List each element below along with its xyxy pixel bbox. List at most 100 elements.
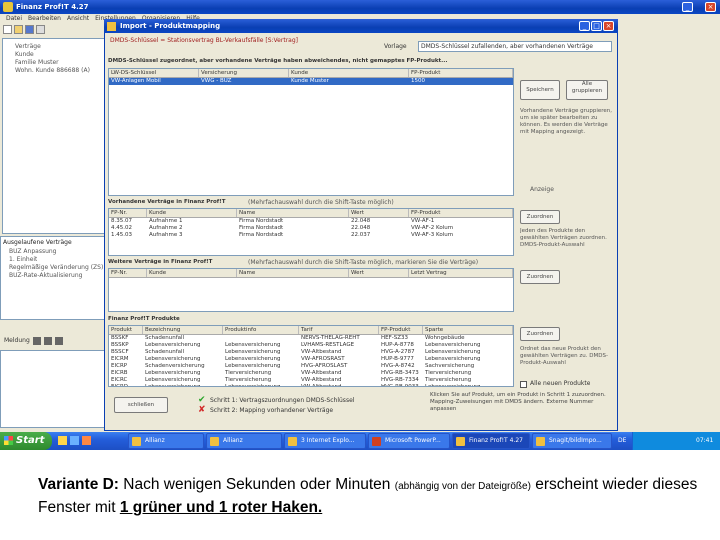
- table-cell: HUP-A-8778: [381, 342, 414, 348]
- vorlage-select[interactable]: DMDS-Schlüssel zufallenden, aber vorhand…: [418, 41, 612, 52]
- table-cell: Lebensversicherung: [425, 349, 481, 355]
- toolbar-open-icon[interactable]: [14, 25, 23, 34]
- table-cell: EICRB: [111, 370, 128, 376]
- column-header[interactable]: Tarif: [299, 326, 379, 334]
- table-row[interactable]: BSSKP Lebensversicherung Lebensversicherun…: [109, 342, 513, 349]
- table-row[interactable]: VW-Anlagen Mobil VWG - BUZ Kunde Muster …: [109, 78, 513, 85]
- menu-item-bearbeiten[interactable]: Bearbeiten: [28, 14, 61, 24]
- menu-item-ansicht[interactable]: Ansicht: [67, 14, 89, 24]
- table-cell: Lebensversicherung: [225, 384, 281, 387]
- table-cell: HUP-B-9777: [381, 356, 414, 362]
- column-header[interactable]: LW-DS-Schlüssel: [109, 69, 199, 77]
- lower-tree-item[interactable]: Regelmäßige Veränderung (ZS): [9, 264, 103, 272]
- taskbar-button[interactable]: Allianz: [206, 433, 282, 449]
- lower-tree-title[interactable]: Ausgelaufene Verträge: [3, 239, 72, 247]
- dialog-icon: [107, 22, 116, 31]
- task-label: Allianz: [145, 437, 165, 444]
- column-header[interactable]: Sparte: [423, 326, 513, 334]
- taskbar-button-active[interactable]: Finanz Prof!T 4.27: [452, 433, 530, 449]
- column-header[interactable]: Name: [237, 209, 349, 217]
- taskbar-button[interactable]: Snagit/bildImpo...: [532, 433, 612, 449]
- table-row[interactable]: 8.35.07 Aufnahme 1 Firma Nordstadt 22.04…: [109, 218, 513, 225]
- column-header[interactable]: FP-Produkt: [409, 209, 513, 217]
- table-row[interactable]: EICRC Lebensversicherung Tierversicherung V…: [109, 377, 513, 384]
- column-header[interactable]: Kunde: [289, 69, 409, 77]
- toolbar-save-icon[interactable]: [25, 25, 34, 34]
- language-indicator[interactable]: DE: [618, 437, 626, 445]
- toolbar-new-icon[interactable]: [3, 25, 12, 34]
- column-header[interactable]: FP-Nr.: [109, 269, 147, 277]
- column-header[interactable]: Kunde: [147, 269, 237, 277]
- table-cell: Firma Nordstadt: [239, 218, 284, 224]
- table-row[interactable]: BSSKF Schadenunfall NERVS-THELAG-REHT HEF-S…: [109, 335, 513, 342]
- table-cell: VWG - BUZ: [201, 78, 232, 84]
- alle-gruppieren-button[interactable]: Alle gruppieren: [566, 80, 608, 100]
- table-row[interactable]: EICRD Lebensversicherung Lebensversicherun…: [109, 384, 513, 387]
- table-cell: Wohngebäude: [425, 335, 465, 341]
- column-header[interactable]: Wert: [349, 269, 409, 277]
- existing-contracts-table[interactable]: FP-Nr. Kunde Name Wert FP-Produkt 8.35.0…: [108, 208, 514, 256]
- speichern-button[interactable]: Speichern: [520, 80, 560, 100]
- tree-item-vertraege[interactable]: Verträge: [15, 43, 41, 51]
- quicklaunch: [58, 436, 104, 446]
- taskbar-button[interactable]: 3 Internet Explo...: [284, 433, 366, 449]
- table-row[interactable]: 4.45.02 Aufnahme 2 Firma Nordstadt 22.04…: [109, 225, 513, 232]
- dialog-minimize-button[interactable]: _: [579, 21, 590, 31]
- tree-item-familie[interactable]: Familie Muster: [15, 59, 59, 67]
- zuordnen-button-4[interactable]: Zuordnen: [520, 327, 560, 341]
- dialog-top-text: DMDS-Schlüssel = Stationsvertrag BL-Verk…: [110, 37, 298, 44]
- lower-tree-item[interactable]: BUZ Anpassung: [9, 248, 56, 256]
- clock: 07:41: [696, 437, 714, 444]
- column-header[interactable]: Name: [237, 269, 349, 277]
- dialog-title: Import - Produktmapping: [120, 22, 221, 30]
- dialog-maximize-button[interactable]: □: [591, 21, 602, 31]
- lower-toolbar-icon[interactable]: [32, 337, 41, 345]
- lower-tree-item[interactable]: 1. Einheit: [9, 256, 37, 264]
- unmapped-contracts-table[interactable]: LW-DS-Schlüssel Versicherung Kunde FP-Pr…: [108, 68, 514, 196]
- table-header: FP-Nr. Kunde Name Wert Letzt Vertrag: [109, 269, 513, 278]
- table-row[interactable]: EICRB Lebensversicherung Tierversicherung V…: [109, 370, 513, 377]
- lower-list: [0, 350, 106, 428]
- quicklaunch-icon[interactable]: [58, 436, 67, 445]
- column-header[interactable]: Produkt: [109, 326, 143, 334]
- table-cell: 22.048: [351, 225, 371, 231]
- products-table[interactable]: Produkt Bezeichnung Produktinfo Tarif FP…: [108, 325, 514, 387]
- column-header[interactable]: Produktinfo: [223, 326, 299, 334]
- dialog-close-button[interactable]: ×: [603, 21, 614, 31]
- column-header[interactable]: FP-Produkt: [379, 326, 423, 334]
- column-header[interactable]: Versicherung: [199, 69, 289, 77]
- other-contracts-table[interactable]: FP-Nr. Kunde Name Wert Letzt Vertrag: [108, 268, 514, 312]
- taskbar-button[interactable]: Microsoft PowerP...: [368, 433, 450, 449]
- taskbar-button[interactable]: Allianz: [128, 433, 204, 449]
- column-header[interactable]: Letzt Vertrag: [409, 269, 513, 277]
- table-row[interactable]: EICRM Lebensversicherung Lebensversicherun…: [109, 356, 513, 363]
- column-header[interactable]: FP-Produkt: [409, 69, 513, 77]
- alle-neuen-produkte-checkbox[interactable]: [520, 381, 527, 388]
- table-row[interactable]: 1.45.03 Aufnahme 3 Firma Nordstadt 22.03…: [109, 232, 513, 239]
- tree-item-wohn-kunde[interactable]: Wohn. Kunde 886688 (A): [15, 67, 90, 75]
- zuordnen-button-2[interactable]: Zuordnen: [520, 210, 560, 224]
- app-minimize-button[interactable]: _: [682, 2, 693, 12]
- lower-toolbar-icon[interactable]: [43, 337, 52, 345]
- section3-hint: (Mehrfachauswahl durch die Shift-Taste m…: [248, 259, 479, 266]
- lower-tree-item[interactable]: BUZ-Rate-Aktualisierung: [9, 272, 82, 280]
- table-row[interactable]: BSSCF Schadenunfall Lebensversicherung VW-A…: [109, 349, 513, 356]
- quicklaunch-icon[interactable]: [82, 436, 91, 445]
- quicklaunch-icon[interactable]: [70, 436, 79, 445]
- column-header[interactable]: FP-Nr.: [109, 209, 147, 217]
- zuordnen-button-3[interactable]: Zuordnen: [520, 270, 560, 284]
- caption-small: (abhängig von der Dateigröße): [394, 481, 531, 492]
- column-header[interactable]: Bezeichnung: [143, 326, 223, 334]
- lower-tree: Ausgelaufene Verträge BUZ Anpassung 1. E…: [0, 236, 106, 320]
- note-right1b: Anzeige: [530, 186, 554, 193]
- tree-item-kunde[interactable]: Kunde: [15, 51, 34, 59]
- column-header[interactable]: Wert: [349, 209, 409, 217]
- menu-item-datei[interactable]: Datei: [6, 14, 22, 24]
- toolbar-print-icon[interactable]: [36, 25, 45, 34]
- lower-toolbar-icon[interactable]: [54, 337, 63, 345]
- table-cell: EICRC: [111, 377, 128, 383]
- app-close-button[interactable]: ×: [705, 2, 716, 12]
- column-header[interactable]: Kunde: [147, 209, 237, 217]
- schliessen-button[interactable]: schließen: [114, 397, 168, 413]
- table-row[interactable]: EICRP Schadenversicherung Lebensversicheru…: [109, 363, 513, 370]
